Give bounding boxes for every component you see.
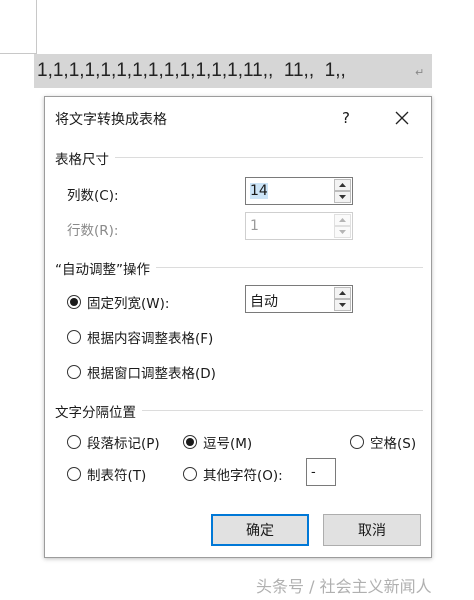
separator-comma-option[interactable]: 逗号(M)	[183, 432, 252, 452]
convert-text-to-table-dialog: 将文字转换成表格 ? 表格尺寸 列数(C): 14 行数(R): 1 “自动调整…	[44, 96, 432, 558]
fit-window-option[interactable]: 根据窗口调整表格(D)	[67, 362, 216, 382]
fit-window-label: 根据窗口调整表格(D)	[87, 366, 216, 382]
caret-up-icon	[339, 183, 346, 187]
fit-contents-label: 根据内容调整表格(F)	[87, 331, 214, 347]
radio-unchecked-icon[interactable]	[67, 330, 81, 344]
page-corner-mark	[0, 53, 36, 54]
other-character-input[interactable]: -	[306, 458, 336, 486]
caret-up-icon	[339, 218, 346, 222]
autofit-heading: “自动调整”操作	[55, 258, 156, 278]
close-icon	[395, 111, 409, 125]
separator-space-label: 空格(S)	[370, 436, 417, 452]
separator-heading: 文字分隔位置	[55, 401, 142, 421]
dialog-title: 将文字转换成表格	[55, 112, 167, 128]
fixed-width-spinner[interactable]: 自动	[245, 285, 353, 313]
spin-up-button[interactable]	[334, 179, 351, 191]
separator-tab-option[interactable]: 制表符(T)	[67, 464, 146, 484]
spin-up-button	[334, 214, 351, 226]
dialog-titlebar[interactable]: 将文字转换成表格 ?	[45, 97, 431, 139]
radio-unchecked-icon[interactable]	[67, 467, 81, 481]
spin-down-button[interactable]	[334, 299, 351, 311]
fixed-width-label: 固定列宽(W):	[87, 296, 170, 312]
separator-other-label: 其他字符(O):	[203, 468, 283, 484]
selected-document-text: 1,1,1,1,1,1,1,1,1,1,1,1,1,11,, 11,, 1,,	[34, 54, 432, 88]
fixed-width-value: 自动	[250, 294, 278, 310]
help-button[interactable]: ?	[333, 105, 359, 131]
cancel-button[interactable]: 取消	[323, 514, 421, 546]
caret-down-icon	[339, 303, 346, 307]
radio-unchecked-icon[interactable]	[183, 467, 197, 481]
columns-spinner[interactable]: 14	[245, 177, 353, 205]
spin-up-button[interactable]	[334, 287, 351, 299]
rows-value: 1	[250, 218, 259, 234]
ok-button[interactable]: 确定	[211, 514, 309, 546]
fit-contents-option[interactable]: 根据内容调整表格(F)	[67, 327, 213, 347]
spin-down-button	[334, 226, 351, 238]
radio-unchecked-icon[interactable]	[67, 365, 81, 379]
caret-down-icon	[339, 195, 346, 199]
fixed-width-option[interactable]: 固定列宽(W):	[67, 292, 169, 312]
radio-unchecked-icon[interactable]	[67, 435, 81, 449]
watermark: 头条号 / 社会主义新闻人	[256, 577, 432, 596]
radio-checked-icon[interactable]	[67, 295, 81, 309]
separator-paragraph-label: 段落标记(P)	[87, 436, 160, 452]
close-button[interactable]	[387, 105, 417, 131]
paragraph-mark-icon: ↵	[415, 66, 425, 79]
separator-space-option[interactable]: 空格(S)	[350, 432, 416, 452]
table-size-heading: 表格尺寸	[55, 148, 115, 168]
spin-down-button[interactable]	[334, 191, 351, 203]
separator-tab-label: 制表符(T)	[87, 468, 147, 484]
rows-label: 行数(R):	[67, 223, 119, 239]
caret-down-icon	[339, 230, 346, 234]
separator-other-option[interactable]: 其他字符(O):	[183, 464, 283, 484]
radio-unchecked-icon[interactable]	[350, 435, 364, 449]
separator-paragraph-option[interactable]: 段落标记(P)	[67, 432, 160, 452]
radio-checked-icon[interactable]	[183, 435, 197, 449]
caret-up-icon	[339, 291, 346, 295]
rows-spinner: 1	[245, 212, 353, 240]
page-corner-mark	[36, 0, 37, 54]
columns-label: 列数(C):	[67, 188, 119, 204]
columns-value: 14	[250, 183, 268, 199]
separator-comma-label: 逗号(M)	[203, 436, 253, 452]
